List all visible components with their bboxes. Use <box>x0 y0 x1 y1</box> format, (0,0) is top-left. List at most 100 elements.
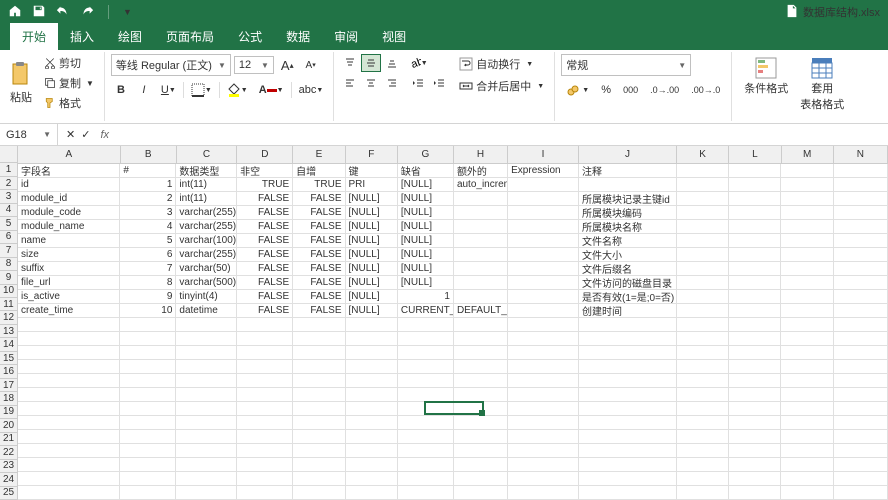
cell[interactable] <box>729 388 781 402</box>
cell[interactable] <box>293 388 345 402</box>
col-header[interactable]: H <box>454 146 508 164</box>
cell[interactable] <box>579 332 677 346</box>
cell[interactable]: 额外的 <box>454 164 508 178</box>
align-right-button[interactable] <box>382 74 402 92</box>
cell[interactable] <box>834 332 888 346</box>
cell[interactable]: [NULL] <box>346 192 398 206</box>
formula-input[interactable] <box>117 129 888 141</box>
cell[interactable]: varchar(500) <box>176 276 237 290</box>
col-header[interactable]: M <box>782 146 834 164</box>
cell[interactable] <box>346 458 398 472</box>
cell[interactable] <box>677 332 729 346</box>
cell[interactable] <box>677 192 729 206</box>
cell[interactable]: module_name <box>18 220 120 234</box>
col-header[interactable]: L <box>729 146 781 164</box>
percent-button[interactable]: % <box>596 80 616 100</box>
cell[interactable] <box>677 388 729 402</box>
cell[interactable] <box>781 164 833 178</box>
increase-indent-button[interactable] <box>429 74 449 92</box>
decrease-font-icon[interactable]: A▾ <box>301 55 321 75</box>
cell[interactable] <box>120 388 176 402</box>
cell[interactable] <box>579 360 677 374</box>
cell[interactable] <box>781 430 833 444</box>
cell[interactable] <box>346 346 398 360</box>
cell[interactable] <box>677 430 729 444</box>
cell[interactable] <box>237 416 293 430</box>
tab-1[interactable]: 插入 <box>58 23 106 50</box>
cell[interactable] <box>729 220 781 234</box>
cell[interactable] <box>729 472 781 486</box>
cell[interactable] <box>346 402 398 416</box>
cell[interactable]: varchar(255) <box>176 220 237 234</box>
cell[interactable] <box>508 276 579 290</box>
cell[interactable]: 1 <box>120 178 176 192</box>
cell[interactable] <box>579 402 677 416</box>
cell[interactable] <box>781 444 833 458</box>
cell[interactable] <box>677 402 729 416</box>
bold-button[interactable]: B <box>111 80 131 100</box>
cell[interactable] <box>18 360 120 374</box>
col-header[interactable]: G <box>398 146 454 164</box>
cell[interactable] <box>237 360 293 374</box>
cell[interactable] <box>677 486 729 500</box>
cell[interactable]: TRUE <box>293 178 345 192</box>
cell[interactable]: int(11) <box>176 178 237 192</box>
cell[interactable]: 2 <box>120 192 176 206</box>
cell[interactable] <box>120 402 176 416</box>
cell[interactable] <box>454 290 508 304</box>
cell[interactable] <box>677 444 729 458</box>
cell[interactable] <box>237 388 293 402</box>
row-header[interactable]: 12 <box>0 311 18 324</box>
cell[interactable] <box>454 458 508 472</box>
cell[interactable] <box>293 444 345 458</box>
cell[interactable] <box>454 332 508 346</box>
cell[interactable]: FALSE <box>293 248 345 262</box>
cell[interactable]: 注释 <box>579 164 677 178</box>
cell[interactable] <box>781 388 833 402</box>
cell[interactable] <box>508 388 579 402</box>
cell[interactable] <box>834 178 888 192</box>
cell[interactable] <box>579 388 677 402</box>
row-header[interactable]: 6 <box>0 231 18 244</box>
cell[interactable] <box>120 486 176 500</box>
cell[interactable] <box>729 430 781 444</box>
cell[interactable] <box>781 360 833 374</box>
cell[interactable] <box>729 192 781 206</box>
cell[interactable] <box>120 458 176 472</box>
col-header[interactable]: I <box>508 146 579 164</box>
cell[interactable]: FALSE <box>293 262 345 276</box>
cell[interactable] <box>579 416 677 430</box>
cell[interactable] <box>729 416 781 430</box>
cell[interactable] <box>454 318 508 332</box>
align-middle-button[interactable] <box>361 54 381 72</box>
cell[interactable] <box>834 276 888 290</box>
cell[interactable] <box>834 262 888 276</box>
cell[interactable] <box>729 346 781 360</box>
cell[interactable] <box>834 458 888 472</box>
tab-4[interactable]: 公式 <box>226 23 274 50</box>
cell[interactable] <box>834 388 888 402</box>
cell[interactable]: [NULL] <box>398 220 454 234</box>
cell[interactable] <box>398 318 454 332</box>
conditional-format-button[interactable]: 条件格式 <box>738 54 794 114</box>
cell[interactable]: FALSE <box>237 234 293 248</box>
cell[interactable]: FALSE <box>293 234 345 248</box>
cell[interactable] <box>781 234 833 248</box>
cell[interactable] <box>677 178 729 192</box>
cell[interactable] <box>508 178 579 192</box>
col-header[interactable]: A <box>18 146 121 164</box>
col-header[interactable]: J <box>579 146 677 164</box>
cell[interactable] <box>346 472 398 486</box>
row-header[interactable]: 11 <box>0 298 18 311</box>
cell[interactable] <box>677 234 729 248</box>
cell[interactable]: varchar(100) <box>176 234 237 248</box>
cell[interactable] <box>677 360 729 374</box>
cell[interactable]: datetime <box>176 304 237 318</box>
cell[interactable] <box>834 430 888 444</box>
row-header[interactable]: 17 <box>0 379 18 392</box>
cell[interactable]: FALSE <box>237 290 293 304</box>
cell[interactable]: CURRENT_T <box>398 304 454 318</box>
cell[interactable] <box>293 318 345 332</box>
cell[interactable] <box>781 318 833 332</box>
row-header[interactable]: 10 <box>0 285 18 298</box>
